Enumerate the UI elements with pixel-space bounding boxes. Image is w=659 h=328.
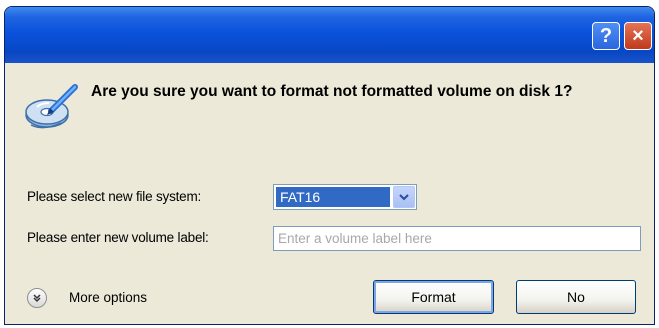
confirmation-question: Are you sure you want to format not form… [91, 83, 573, 100]
help-button[interactable]: ? [592, 22, 620, 50]
dialog-content: Are you sure you want to format not form… [5, 63, 654, 324]
expand-chevron-icon [27, 288, 47, 308]
close-button[interactable]: × [624, 22, 652, 50]
format-disk-icon [25, 84, 78, 129]
more-options-label: More options [69, 290, 148, 305]
filesystem-select[interactable]: FAT16 [273, 184, 417, 210]
chevron-down-icon [399, 193, 409, 200]
close-icon: × [632, 24, 644, 47]
filesystem-selected-value: FAT16 [276, 187, 390, 207]
format-button[interactable]: Format [373, 280, 494, 314]
volume-label-input[interactable] [273, 226, 641, 251]
format-dialog: ? × Are you sure you want to format not … [4, 6, 655, 325]
no-button[interactable]: No [516, 280, 636, 314]
title-bar[interactable]: ? × [5, 7, 654, 63]
volume-label-caption: Please enter new volume label: [27, 230, 209, 245]
filesystem-label: Please select new file system: [27, 189, 202, 204]
dropdown-arrow-button[interactable] [393, 186, 415, 208]
help-icon: ? [599, 24, 613, 47]
